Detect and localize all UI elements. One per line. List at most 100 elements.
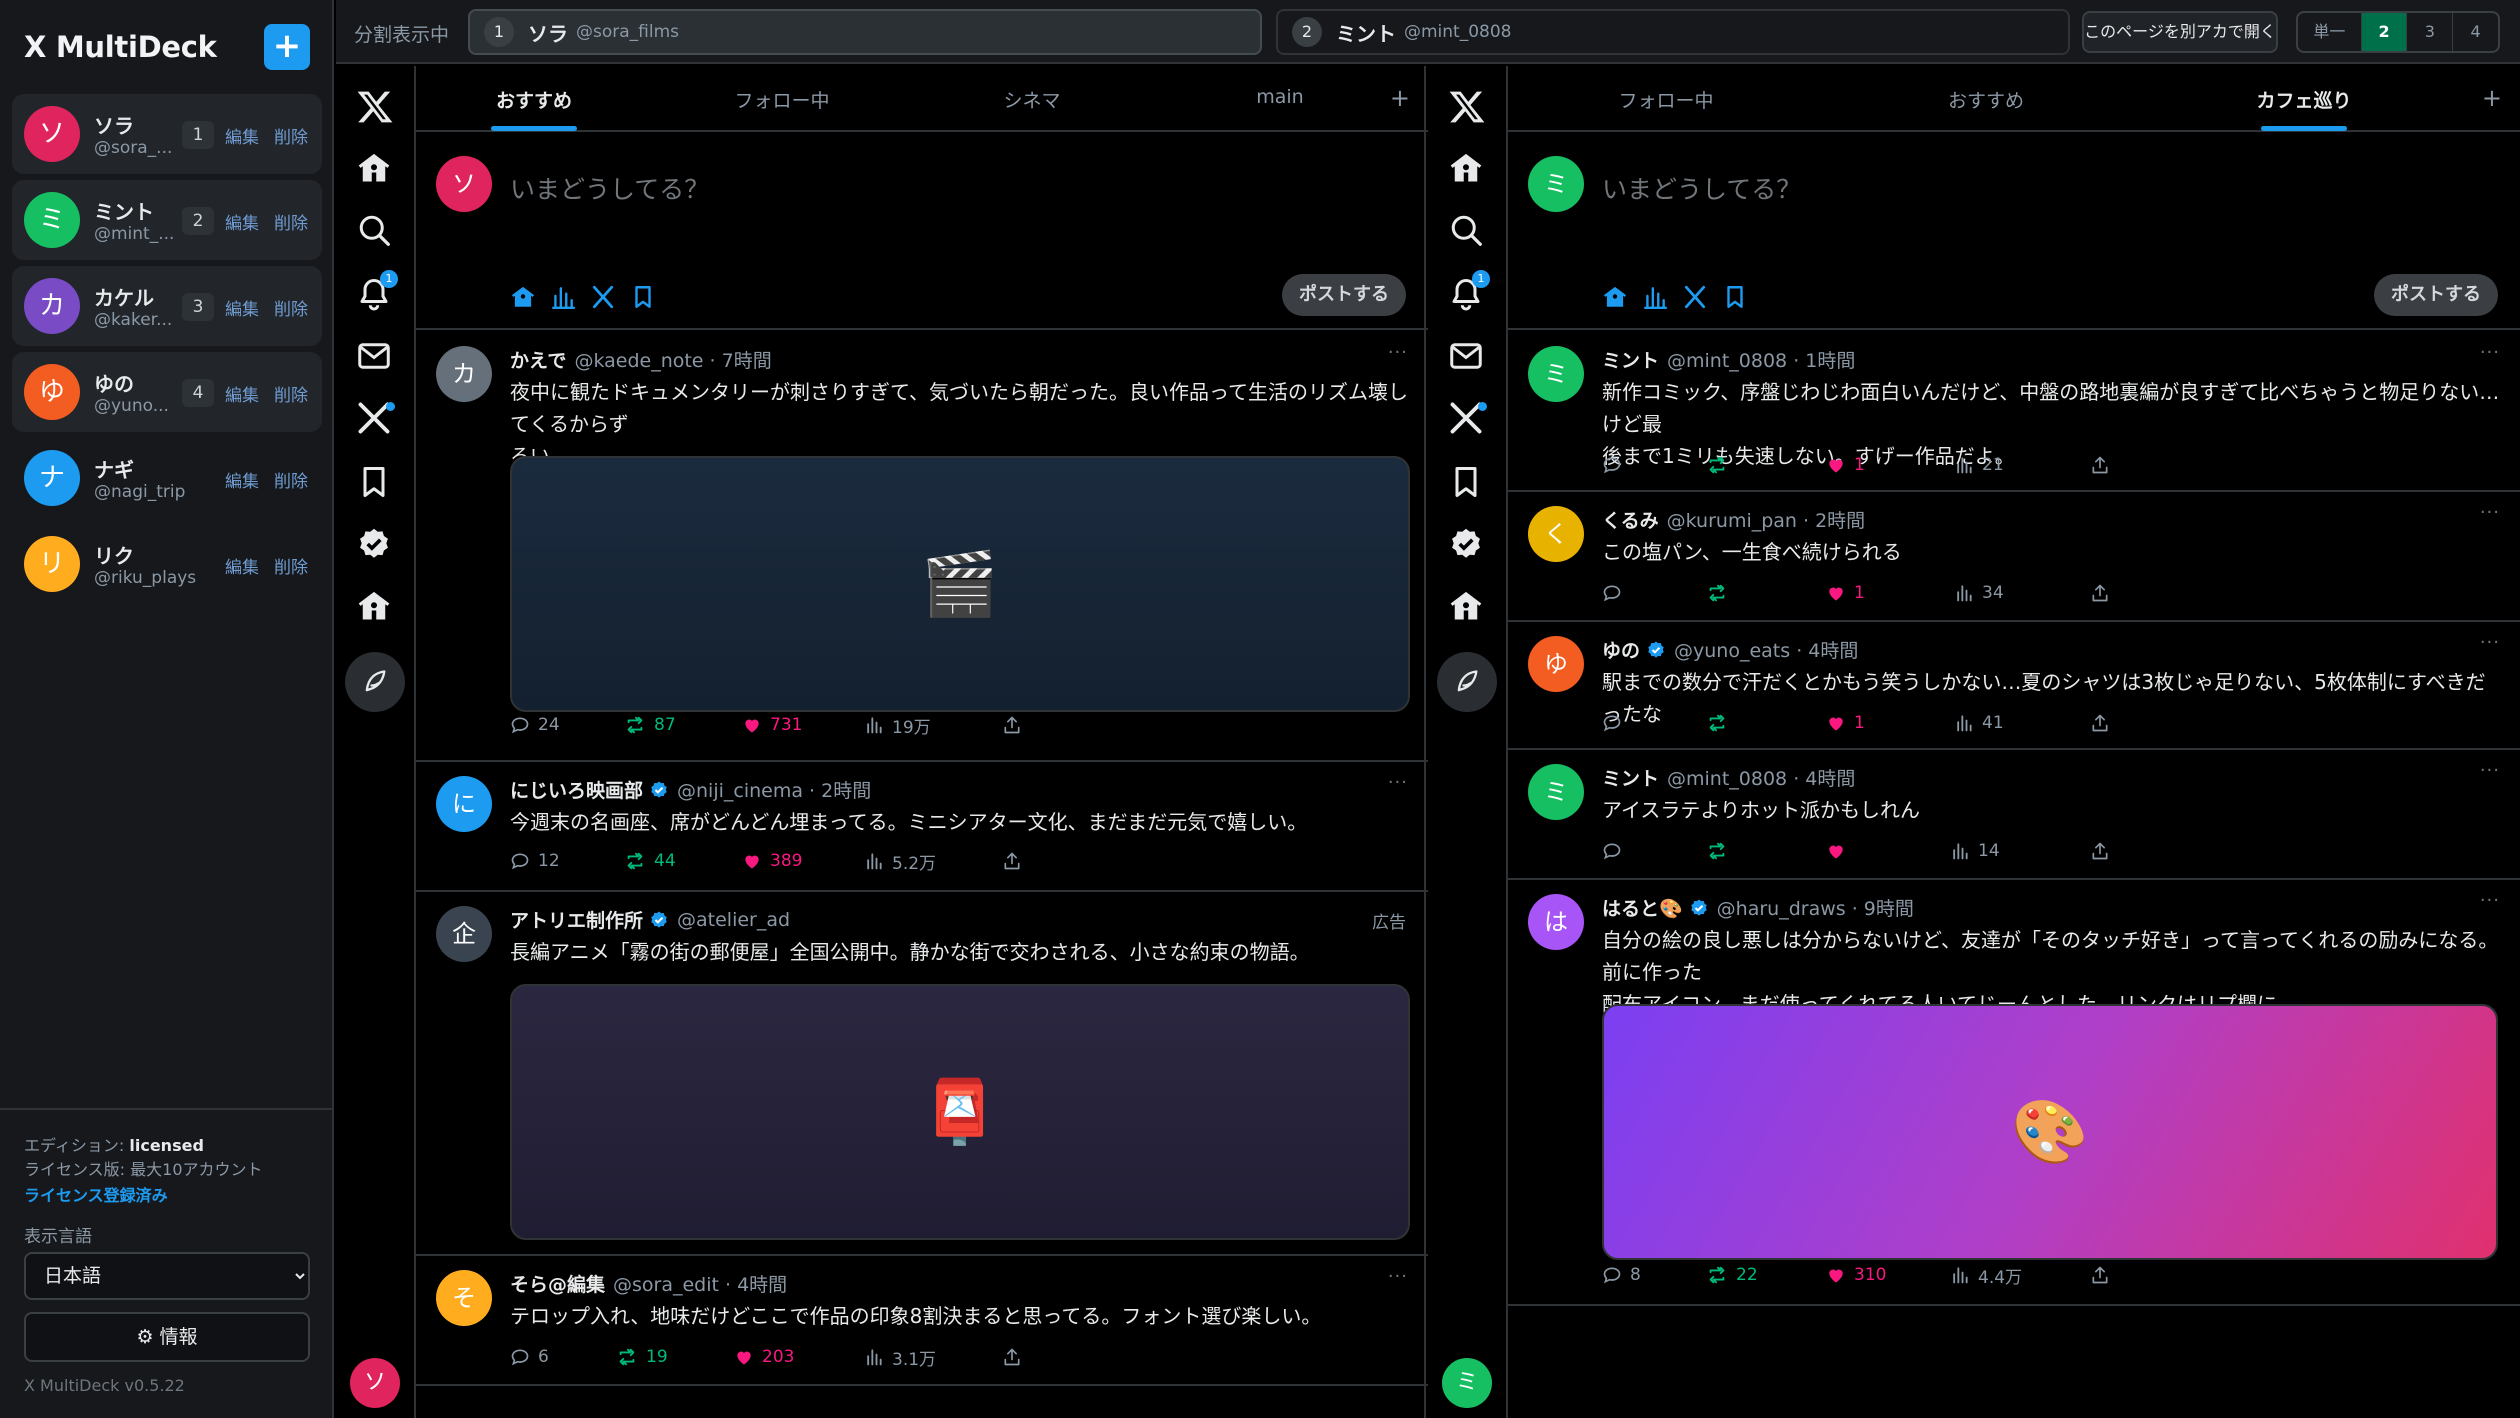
delete-account-button[interactable]: 削除 — [274, 553, 308, 578]
info-button[interactable]: ⚙ 情報 — [24, 1312, 310, 1362]
like-button[interactable]: 1 — [1826, 713, 1865, 733]
messages-icon[interactable] — [356, 338, 394, 376]
avatar[interactable]: く — [1528, 506, 1584, 562]
delete-account-button[interactable]: 削除 — [274, 295, 308, 320]
verified-icon[interactable] — [356, 526, 394, 564]
avatar[interactable]: ミ — [1528, 346, 1584, 402]
edit-account-button[interactable]: 編集 — [225, 209, 259, 234]
open-in-other-account-button[interactable]: このページを別アカで開く — [2082, 11, 2278, 53]
schedule-icon[interactable] — [630, 284, 656, 310]
account-item[interactable]: ソソラ @sora_... 1 編集 削除 — [12, 94, 322, 174]
reply-button[interactable]: 12 — [510, 851, 560, 871]
timeline-tab[interactable]: フォロー中 — [1586, 86, 1746, 113]
more-options-icon[interactable]: ··· — [1388, 342, 1408, 363]
delete-account-button[interactable]: 削除 — [274, 123, 308, 148]
reply-button[interactable]: 6 — [510, 1347, 549, 1367]
account-item[interactable]: ナナギ @nagi_trip 編集 削除 — [12, 438, 322, 518]
avatar[interactable]: に — [436, 776, 492, 832]
retweet-button[interactable] — [1706, 840, 1736, 862]
more-options-icon[interactable]: ··· — [2480, 342, 2500, 363]
home-icon[interactable] — [356, 150, 394, 188]
grok-icon[interactable] — [590, 284, 616, 310]
reply-button[interactable] — [1602, 713, 1630, 733]
edit-account-button[interactable]: 編集 — [225, 467, 259, 492]
poll-icon[interactable] — [1642, 284, 1668, 310]
media-icon[interactable] — [1602, 284, 1628, 310]
like-button[interactable]: 1 — [1826, 583, 1865, 603]
split-slot-2[interactable]: 2 ミント @mint_0808 — [1276, 9, 2070, 55]
more-options-icon[interactable]: ··· — [1388, 772, 1408, 793]
timeline-tab[interactable]: おすすめ — [454, 86, 614, 131]
author-name[interactable]: くるみ — [1602, 506, 1659, 533]
post[interactable]: そそら@編集 @sora_edit · 4時間 ··· テロップ入れ、地味だけどここで… — [416, 1256, 1428, 1386]
post[interactable]: ミミント @mint_0808 · 1時間 ··· 新作コミック、序盤じわじわ面白いん… — [1508, 332, 2520, 492]
media-icon[interactable] — [510, 284, 536, 310]
poll-icon[interactable] — [550, 284, 576, 310]
views-button[interactable]: 41 — [1954, 713, 2004, 733]
compose-button[interactable] — [345, 652, 405, 712]
share-button[interactable] — [2090, 841, 2118, 861]
reply-button[interactable]: 24 — [510, 715, 560, 735]
avatar[interactable]: ゆ — [1528, 636, 1584, 692]
like-button[interactable]: 731 — [742, 715, 802, 735]
share-button[interactable] — [2090, 1265, 2118, 1285]
post-media[interactable]: 🎨 — [1602, 1004, 2498, 1260]
share-button[interactable] — [1002, 851, 1030, 871]
home-icon[interactable] — [1448, 150, 1486, 188]
license-status-link[interactable]: ライセンス登録済み — [24, 1182, 168, 1206]
share-button[interactable] — [1002, 1347, 1030, 1367]
layout-4-button[interactable]: 4 — [2453, 13, 2498, 51]
share-button[interactable] — [2090, 455, 2118, 475]
avatar[interactable]: そ — [436, 1270, 492, 1326]
timeline-tab[interactable]: main — [1200, 86, 1360, 108]
avatar[interactable]: カ — [436, 346, 492, 402]
account-item[interactable]: ゆゆの @yuno... 4 編集 削除 — [12, 352, 322, 432]
schedule-icon[interactable] — [1722, 284, 1748, 310]
like-button[interactable]: 310 — [1826, 1265, 1886, 1285]
avatar[interactable]: 企 — [436, 906, 492, 962]
share-button[interactable] — [1002, 715, 1030, 735]
layout-single-button[interactable]: 単一 — [2298, 13, 2362, 51]
communities-icon[interactable] — [1448, 588, 1486, 626]
post[interactable]: ににじいろ映画部 @niji_cinema · 2時間 ··· 今週末の名画座、席がど… — [416, 762, 1428, 892]
post-media[interactable]: 📮 — [510, 984, 1410, 1240]
author-name[interactable]: アトリエ制作所 — [510, 906, 643, 933]
communities-icon[interactable] — [356, 588, 394, 626]
views-button[interactable]: 34 — [1954, 583, 2004, 603]
like-button[interactable] — [1826, 841, 1854, 861]
views-button[interactable]: 4.4万 — [1950, 1263, 2022, 1288]
account-item[interactable]: リリク @riku_plays 編集 削除 — [12, 524, 322, 604]
search-icon[interactable] — [1448, 212, 1486, 250]
share-button[interactable] — [2090, 583, 2118, 603]
post-button[interactable]: ポストする — [2374, 274, 2498, 316]
reply-button[interactable] — [1602, 841, 1630, 861]
post[interactable]: カかえで @kaede_note · 7時間 ··· 夜中に観たドキュメンタリーが刺さ… — [416, 332, 1428, 762]
reply-button[interactable] — [1602, 583, 1630, 603]
delete-account-button[interactable]: 削除 — [274, 209, 308, 234]
retweet-button[interactable] — [1706, 582, 1736, 604]
search-icon[interactable] — [356, 212, 394, 250]
author-name[interactable]: はると🎨 — [1602, 894, 1683, 921]
bookmarks-icon[interactable] — [356, 464, 394, 502]
timeline-tab[interactable]: フォロー中 — [702, 86, 862, 113]
like-button[interactable]: 389 — [742, 851, 802, 871]
verified-icon[interactable] — [1448, 526, 1486, 564]
more-options-icon[interactable]: ··· — [2480, 760, 2500, 781]
more-options-icon[interactable]: ··· — [2480, 632, 2500, 653]
x-logo-icon[interactable] — [356, 88, 394, 126]
share-button[interactable] — [2090, 713, 2118, 733]
retweet-button[interactable]: 19 — [616, 1346, 668, 1368]
edit-account-button[interactable]: 編集 — [225, 295, 259, 320]
retweet-button[interactable] — [1706, 712, 1736, 734]
timeline-tab[interactable]: カフェ巡り — [2224, 86, 2384, 131]
account-item[interactable]: ミミント @mint_... 2 編集 削除 — [12, 180, 322, 260]
account-item[interactable]: カカケル @kaker... 3 編集 削除 — [12, 266, 322, 346]
views-button[interactable]: 21 — [1954, 455, 2004, 475]
layout-3-button[interactable]: 3 — [2407, 13, 2454, 51]
avatar[interactable]: は — [1528, 894, 1584, 950]
retweet-button[interactable] — [1706, 454, 1736, 476]
edit-account-button[interactable]: 編集 — [225, 553, 259, 578]
more-options-icon[interactable]: ··· — [1388, 1266, 1408, 1287]
grok-icon[interactable] — [1682, 284, 1708, 310]
author-name[interactable]: にじいろ映画部 — [510, 776, 643, 803]
